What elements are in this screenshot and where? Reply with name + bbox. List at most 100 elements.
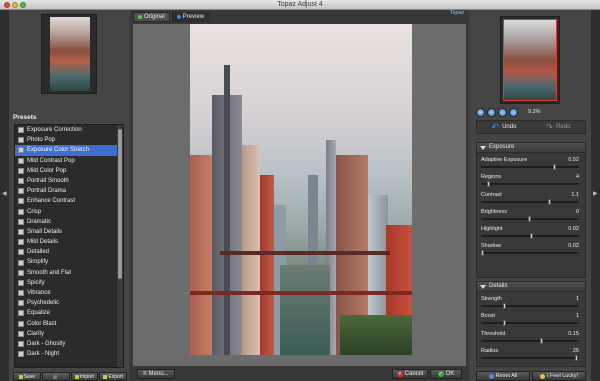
slider-value[interactable]: 1: [576, 296, 579, 302]
preset-item[interactable]: Mild Details: [15, 237, 123, 247]
preset-item[interactable]: Mild Color Pop: [15, 166, 123, 176]
preset-label: Psychedelic: [27, 300, 60, 307]
slider-thumb[interactable]: [502, 320, 506, 327]
preview-canvas[interactable]: [133, 24, 466, 366]
slider-track[interactable]: [481, 198, 579, 205]
slider-thumb[interactable]: [480, 250, 484, 257]
zoom-value: 9.2%: [528, 109, 541, 115]
preset-scrollbar[interactable]: [117, 125, 123, 367]
slider-label: Regions: [481, 174, 502, 181]
slider-thumb[interactable]: [539, 337, 543, 344]
slider-value[interactable]: 1.1: [571, 192, 579, 198]
preset-item[interactable]: Dramatic: [15, 217, 123, 227]
zoom-actual-icon[interactable]: [509, 107, 518, 117]
building: [242, 145, 260, 355]
slider-track[interactable]: [481, 303, 579, 309]
feel-lucky-button[interactable]: I Feel Lucky!: [532, 371, 586, 381]
import-preset-button[interactable]: Import: [70, 372, 99, 381]
preset-item[interactable]: Photo Pop: [15, 135, 123, 145]
preset-scroll-knob[interactable]: [118, 129, 122, 279]
slider-thumb[interactable]: [547, 198, 551, 205]
exposure-section-header[interactable]: Exposure: [477, 143, 585, 153]
undo-button[interactable]: ↶ Undo: [477, 123, 531, 132]
slider-value[interactable]: 0.02: [568, 243, 579, 249]
right-panel-toggle[interactable]: ▶: [591, 10, 600, 381]
collapse-right-icon[interactable]: ▶: [593, 190, 598, 197]
slider-thumb[interactable]: [575, 354, 579, 361]
presets-title: Presets: [13, 114, 37, 121]
cancel-button[interactable]: × Cancel: [392, 369, 428, 379]
delete-preset-button[interactable]: [41, 372, 70, 381]
preset-item[interactable]: Exposure Correction: [15, 125, 123, 135]
preset-item[interactable]: Dark - Night: [15, 349, 123, 359]
slider-value[interactable]: 0.02: [568, 226, 579, 232]
export-preset-button[interactable]: Export: [99, 372, 127, 381]
preset-item[interactable]: Color Blast: [15, 319, 123, 329]
preset-list[interactable]: Exposure Correction Photo Pop Exposure Col…: [14, 124, 124, 368]
ok-button[interactable]: ✓ OK: [430, 369, 462, 379]
preset-item[interactable]: Portrait Smooth: [15, 176, 123, 186]
preset-label: Dramatic: [27, 218, 52, 225]
redo-arrow-icon: ↷: [545, 122, 554, 132]
left-panel-toggle[interactable]: ◀: [0, 10, 9, 381]
navigator-viewport-box[interactable]: [503, 19, 557, 101]
preset-item[interactable]: Detailed: [15, 247, 123, 257]
save-preset-button[interactable]: Save: [13, 372, 41, 381]
slider-row: Highlight 0.02: [477, 224, 585, 241]
slider-track[interactable]: [481, 215, 579, 222]
slider-value[interactable]: 0: [576, 209, 579, 215]
slider-track[interactable]: [481, 164, 579, 170]
tab-original[interactable]: Original: [133, 12, 170, 22]
zoom-out-icon[interactable]: [476, 107, 485, 117]
zoom-in-icon[interactable]: [487, 107, 496, 117]
slider-value[interactable]: 25: [573, 348, 579, 354]
slider-track[interactable]: [481, 233, 579, 240]
collapse-left-icon[interactable]: ◀: [2, 190, 7, 197]
right-action-buttons: Reset All I Feel Lucky!: [476, 371, 586, 381]
lucky-icon: [539, 373, 545, 379]
preset-item[interactable]: Enhance Contrast: [15, 196, 123, 206]
slider-thumb[interactable]: [552, 164, 556, 170]
slider-value[interactable]: 1: [576, 313, 579, 319]
preset-item[interactable]: Spicify: [15, 278, 123, 288]
slider-track[interactable]: [481, 320, 579, 327]
preset-item[interactable]: Crisp: [15, 207, 123, 217]
export-icon: [103, 374, 108, 379]
slider-track[interactable]: [481, 181, 579, 188]
slider-thumb[interactable]: [529, 233, 533, 240]
preset-item[interactable]: Clarity: [15, 329, 123, 339]
preset-item[interactable]: Psychedelic: [15, 298, 123, 308]
slider-label: Adaptive Exposure: [481, 157, 528, 163]
preset-item[interactable]: Simplify: [15, 257, 123, 267]
preset-label: Exposure Correction: [27, 127, 82, 133]
slider-track[interactable]: [481, 337, 579, 344]
preset-item[interactable]: Dark - Ghostly: [15, 339, 123, 349]
slider-track[interactable]: [480, 250, 579, 257]
slider-row: Radius 25: [477, 346, 585, 363]
preset-item[interactable]: Vibrance: [15, 288, 123, 298]
preset-item[interactable]: Smooth and Flat: [15, 268, 123, 278]
topaz-logo: Topaz: [449, 10, 464, 16]
menu-button[interactable]: ≡ Menu...: [137, 369, 175, 379]
preset-label: Mild Contrast Pop: [27, 157, 75, 164]
slider-thumb[interactable]: [528, 215, 531, 222]
tab-preview[interactable]: Preview: [171, 12, 210, 22]
preset-item[interactable]: Equalize: [15, 308, 123, 318]
preset-item[interactable]: Exposure Color Stretch: [15, 145, 123, 156]
preset-item[interactable]: Small Details: [15, 227, 123, 237]
reset-all-button[interactable]: Reset All: [476, 371, 530, 381]
zoom-fit-icon[interactable]: [498, 107, 507, 117]
slider-value[interactable]: 4: [576, 174, 579, 180]
slider-value[interactable]: 0.52: [568, 157, 579, 163]
slider-thumb[interactable]: [502, 303, 506, 309]
preset-item[interactable]: Portrait Drama: [15, 186, 123, 196]
preset-item[interactable]: Mild Contrast Pop: [15, 156, 123, 166]
navigator-thumbnail[interactable]: [500, 16, 560, 104]
details-section-header[interactable]: Details: [477, 282, 585, 292]
slider-track[interactable]: [481, 354, 579, 361]
slider-thumb[interactable]: [486, 181, 490, 188]
preset-icon: [18, 239, 24, 246]
preview-image[interactable]: [190, 24, 412, 355]
redo-button[interactable]: ↷ Redo: [531, 122, 585, 132]
slider-value[interactable]: 0.15: [568, 331, 579, 337]
